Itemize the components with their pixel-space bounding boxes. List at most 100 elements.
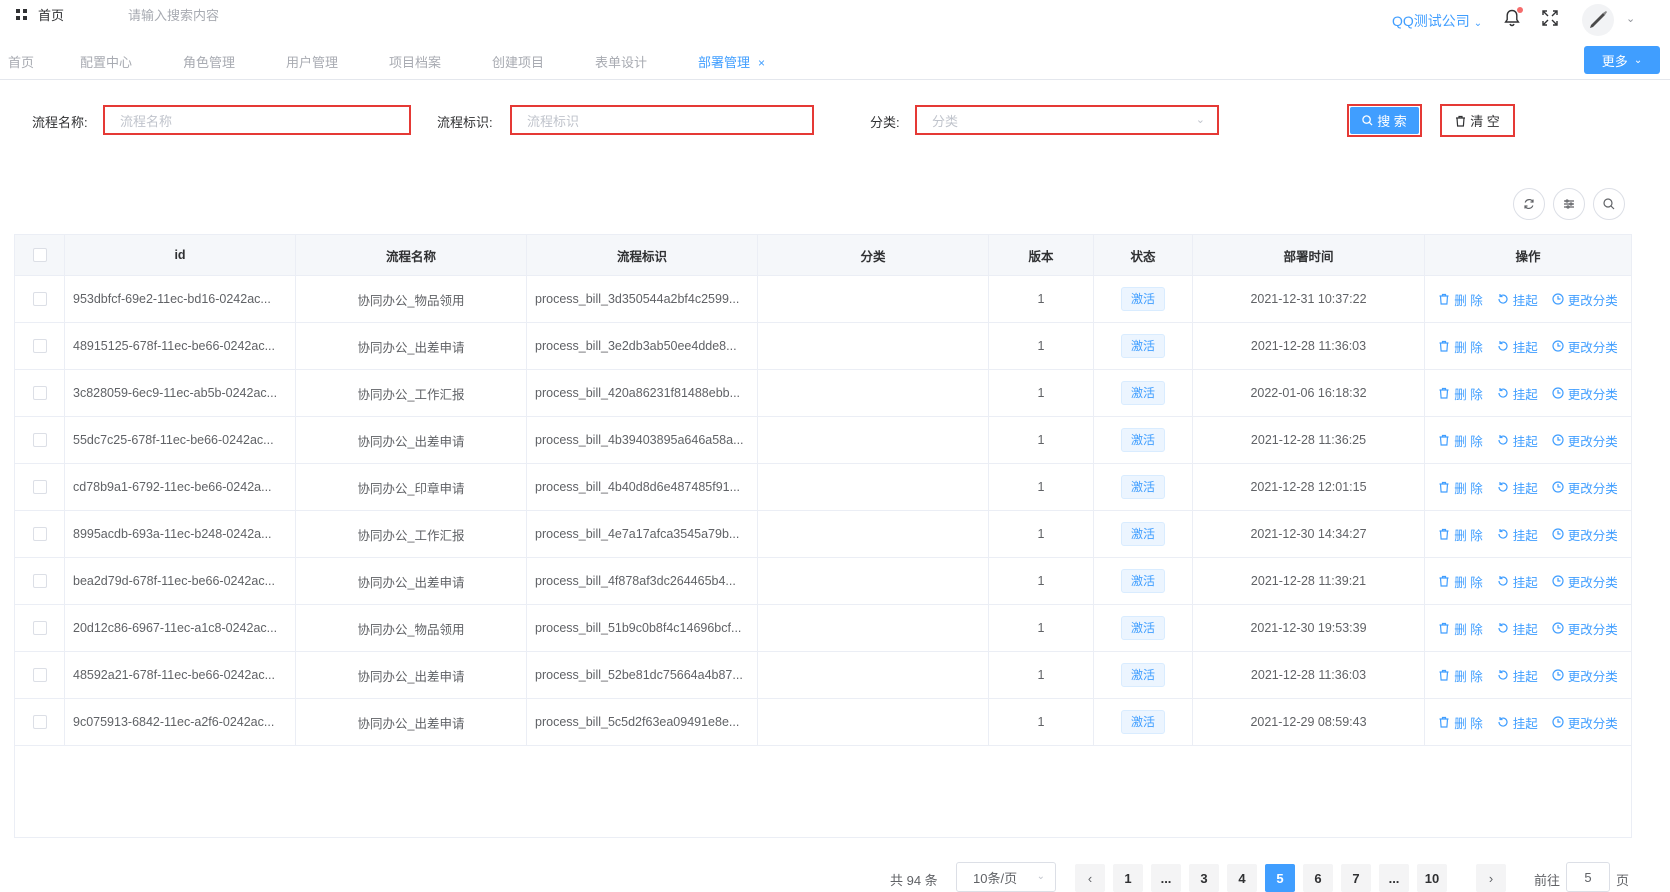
avatar[interactable]: [1582, 4, 1614, 36]
row-checkbox[interactable]: [32, 668, 47, 682]
suspend-button[interactable]: 挂起: [1497, 384, 1538, 403]
row-select-cell: [15, 558, 65, 604]
status-badge: 激活: [1120, 381, 1165, 405]
change-category-button[interactable]: 更改分类: [1552, 290, 1618, 309]
goto-page-input[interactable]: 5: [1566, 862, 1610, 892]
delete-button[interactable]: 删 除: [1438, 337, 1483, 356]
delete-button[interactable]: 删 除: [1438, 431, 1483, 450]
change-category-button[interactable]: 更改分类: [1552, 337, 1618, 356]
delete-button[interactable]: 删 除: [1438, 572, 1483, 591]
delete-button[interactable]: 删 除: [1438, 713, 1483, 732]
delete-button[interactable]: 删 除: [1438, 384, 1483, 403]
page-button[interactable]: 7: [1341, 864, 1371, 892]
trash-icon: [1438, 293, 1450, 305]
tab-create-project[interactable]: 创建项目: [492, 52, 544, 71]
row-checkbox[interactable]: [32, 715, 47, 729]
suspend-button[interactable]: 挂起: [1497, 666, 1538, 685]
row-checkbox[interactable]: [32, 480, 47, 494]
cell-process-key: process_bill_3e2db3ab50ee4dde8...: [527, 323, 758, 369]
close-icon[interactable]: ×: [758, 56, 765, 70]
page-button[interactable]: 4: [1227, 864, 1257, 892]
trash-icon: [1438, 528, 1450, 540]
chevron-down-icon[interactable]: ⌄: [1626, 12, 1635, 25]
page-size-select[interactable]: 10条/页 ⌄: [956, 862, 1056, 892]
tab-user-management[interactable]: 用户管理: [286, 52, 338, 71]
menu-grid-icon[interactable]: [16, 9, 27, 20]
delete-button[interactable]: 删 除: [1438, 666, 1483, 685]
tab-project-archive[interactable]: 项目档案: [389, 52, 441, 71]
tab-role-management[interactable]: 角色管理: [183, 52, 235, 71]
suspend-label: 挂起: [1512, 575, 1538, 590]
delete-button[interactable]: 删 除: [1438, 478, 1483, 497]
change-category-button[interactable]: 更改分类: [1552, 525, 1618, 544]
fullscreen-icon[interactable]: [1542, 10, 1560, 28]
row-select-cell: [15, 276, 65, 322]
change-category-button[interactable]: 更改分类: [1552, 713, 1618, 732]
prev-page-button[interactable]: ‹: [1075, 864, 1105, 892]
status-badge: 激活: [1120, 616, 1165, 640]
row-checkbox[interactable]: [32, 527, 47, 541]
suspend-button[interactable]: 挂起: [1497, 431, 1538, 450]
row-checkbox[interactable]: [32, 574, 47, 588]
page-ellipsis[interactable]: ...: [1379, 864, 1409, 892]
page-button[interactable]: 6: [1303, 864, 1333, 892]
suspend-button[interactable]: 挂起: [1497, 619, 1538, 638]
change-category-button[interactable]: 更改分类: [1552, 431, 1618, 450]
row-checkbox[interactable]: [32, 621, 47, 635]
page-button[interactable]: 1: [1113, 864, 1143, 892]
refresh-icon[interactable]: [1513, 188, 1545, 220]
change-category-label: 更改分类: [1567, 575, 1618, 590]
bell-icon[interactable]: [1504, 7, 1523, 27]
change-category-label: 更改分类: [1567, 340, 1618, 355]
page-button[interactable]: 10: [1417, 864, 1447, 892]
suspend-button[interactable]: 挂起: [1497, 572, 1538, 591]
row-select-cell: [15, 417, 65, 463]
suspend-icon: [1497, 340, 1509, 352]
cell-deploy-time: 2021-12-30 19:53:39: [1193, 605, 1425, 651]
table-row: 8995acdb-693a-11ec-b248-0242a... 协同办公_工作汇…: [15, 511, 1631, 558]
tab-home[interactable]: 首页: [8, 52, 34, 71]
row-checkbox[interactable]: [32, 339, 47, 353]
row-checkbox[interactable]: [32, 292, 47, 306]
header-version: 版本: [989, 235, 1094, 275]
select-all-checkbox[interactable]: [32, 248, 47, 262]
toggle-search-icon[interactable]: [1593, 188, 1625, 220]
category-select[interactable]: 分类 ⌄: [915, 105, 1219, 135]
suspend-button[interactable]: 挂起: [1497, 337, 1538, 356]
delete-button[interactable]: 删 除: [1438, 290, 1483, 309]
change-category-button[interactable]: 更改分类: [1552, 666, 1618, 685]
global-search-input[interactable]: 请输入搜索内容: [128, 5, 219, 24]
change-category-button[interactable]: 更改分类: [1552, 572, 1618, 591]
suspend-button[interactable]: 挂起: [1497, 713, 1538, 732]
page-button[interactable]: 5: [1265, 864, 1295, 892]
row-select-cell: [15, 370, 65, 416]
page-button[interactable]: 3: [1189, 864, 1219, 892]
row-checkbox[interactable]: [32, 386, 47, 400]
tab-deploy-management[interactable]: 部署管理 ×: [698, 52, 765, 71]
search-button[interactable]: 搜 索: [1347, 104, 1422, 137]
change-category-button[interactable]: 更改分类: [1552, 478, 1618, 497]
column-settings-icon[interactable]: [1553, 188, 1585, 220]
process-key-input[interactable]: 流程标识: [510, 105, 814, 135]
more-tabs-button[interactable]: 更多 ⌄: [1584, 46, 1660, 74]
change-category-button[interactable]: 更改分类: [1552, 384, 1618, 403]
delete-button[interactable]: 删 除: [1438, 619, 1483, 638]
company-switcher[interactable]: QQ测试公司 ⌄: [1392, 11, 1482, 31]
suspend-button[interactable]: 挂起: [1497, 290, 1538, 309]
cell-version: 1: [989, 370, 1094, 416]
delete-label: 删 除: [1454, 528, 1483, 543]
tab-form-design[interactable]: 表单设计: [595, 52, 647, 71]
cell-status: 激活: [1094, 276, 1193, 322]
delete-button[interactable]: 删 除: [1438, 525, 1483, 544]
process-name-input[interactable]: 流程名称: [103, 105, 411, 135]
cell-status: 激活: [1094, 511, 1193, 557]
suspend-button[interactable]: 挂起: [1497, 525, 1538, 544]
next-page-button[interactable]: ›: [1476, 864, 1506, 892]
change-category-button[interactable]: 更改分类: [1552, 619, 1618, 638]
home-link[interactable]: 首页: [38, 5, 64, 24]
row-checkbox[interactable]: [32, 433, 47, 447]
page-ellipsis[interactable]: ...: [1151, 864, 1181, 892]
clear-button[interactable]: 清 空: [1440, 104, 1515, 137]
tab-config-center[interactable]: 配置中心: [80, 52, 132, 71]
suspend-button[interactable]: 挂起: [1497, 478, 1538, 497]
